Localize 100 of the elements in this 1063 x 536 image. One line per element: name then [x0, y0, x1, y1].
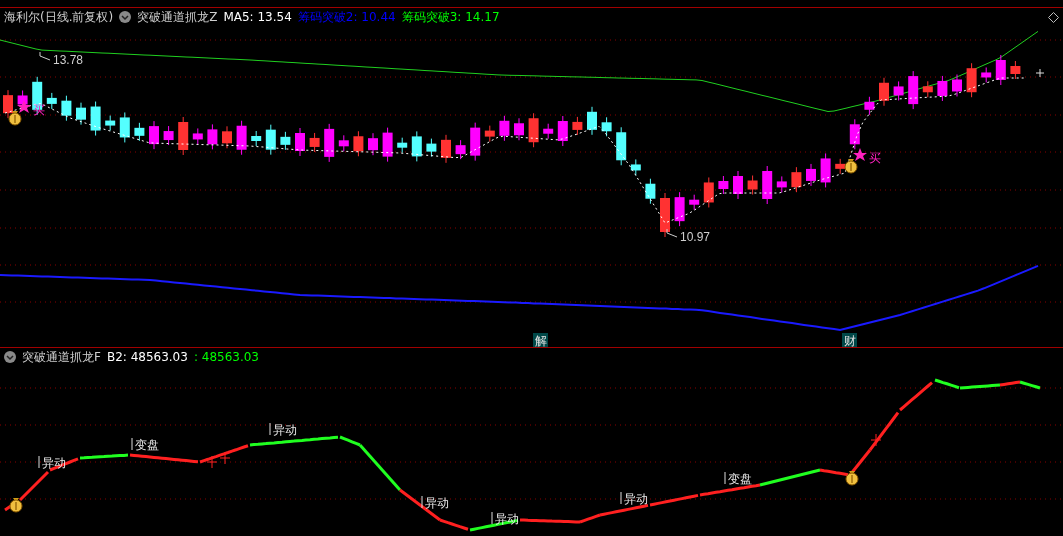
- event-marker[interactable]: 解: [533, 333, 548, 347]
- candlestick: [499, 115, 510, 142]
- candlestick: [426, 138, 437, 158]
- candlestick: [411, 130, 422, 162]
- candlestick: [908, 70, 919, 110]
- tick-mark: [421, 495, 423, 509]
- candlestick: [528, 112, 539, 148]
- cross-mark-icon: [206, 451, 231, 469]
- candlestick: [3, 89, 13, 119]
- dropdown-icon[interactable]: [119, 11, 132, 23]
- candlestick: [703, 176, 714, 208]
- candlestick: [645, 178, 656, 205]
- candlestick: [733, 170, 743, 200]
- tick-mark: [269, 422, 271, 436]
- candlestick: [455, 139, 466, 160]
- candlestick: [397, 137, 408, 154]
- signal-label: 异动: [273, 423, 297, 437]
- candlestick: [207, 123, 218, 150]
- candlestick: [835, 158, 846, 175]
- legend-value: 筹码突破3: 14.17: [401, 9, 500, 26]
- signal-label: 异动: [425, 496, 449, 510]
- tick-mark: [491, 511, 493, 525]
- candlestick: [1010, 60, 1021, 80]
- candlestick: [864, 96, 875, 116]
- candlestick: [689, 194, 700, 211]
- candlestick: [762, 165, 773, 205]
- candlestick: [601, 116, 612, 137]
- tick-mark: [620, 491, 622, 505]
- legend-value: 筹码突破2: 10.44: [297, 9, 396, 26]
- candlestick: [660, 192, 670, 238]
- signal-label: 变盘: [135, 438, 159, 452]
- candlestick: [587, 106, 597, 136]
- candlestick: [806, 163, 816, 187]
- candlestick: [178, 116, 189, 156]
- candlestick: [995, 54, 1006, 86]
- candlestick: [309, 132, 320, 153]
- candlestick: [105, 115, 116, 132]
- candlestick: [192, 127, 203, 145]
- candlestick: [470, 122, 481, 162]
- tick-mark: [724, 471, 726, 485]
- indicator-name: 突破通道抓龙F: [22, 349, 101, 366]
- legend-value: B2: 48563.03: [106, 349, 188, 366]
- money-bag-icon: [844, 159, 858, 174]
- candlestick: [382, 127, 393, 163]
- candlestick: [251, 130, 262, 147]
- dropdown-icon[interactable]: [4, 351, 16, 363]
- candlestick: [893, 80, 904, 101]
- candlestick: [747, 175, 758, 195]
- candlestick: [630, 158, 641, 176]
- price-label: 13.78: [53, 53, 84, 67]
- candlestick: [952, 74, 962, 97]
- candlestick: [937, 75, 948, 102]
- candlestick: [572, 116, 583, 136]
- candlestick: [119, 111, 130, 143]
- candlestick: [353, 130, 364, 157]
- money-bag-icon: [845, 471, 859, 486]
- candlestick: [981, 66, 992, 83]
- candlestick: [280, 131, 291, 151]
- candlestick: [849, 118, 860, 150]
- star-icon: [853, 148, 867, 161]
- candlestick: [265, 124, 276, 156]
- candlestick: [543, 123, 554, 140]
- signal-label: 变盘: [728, 472, 752, 486]
- indicator-name: 突破通道抓龙Z: [137, 9, 218, 26]
- candlestick: [61, 95, 72, 122]
- tick-mark: [38, 455, 40, 469]
- buy-signal-label: 买: [869, 151, 881, 165]
- candlestick: [820, 152, 831, 188]
- leader-line: [39, 51, 51, 61]
- candlestick: [338, 134, 349, 152]
- candlestick: [368, 132, 378, 156]
- event-marker[interactable]: 财: [842, 333, 857, 347]
- price-label: 10.97: [680, 230, 711, 244]
- candlestick: [134, 122, 145, 142]
- candlestick: [966, 62, 977, 98]
- candlestick: [514, 117, 524, 141]
- diamond-icon[interactable]: [1048, 11, 1059, 23]
- candlestick: [776, 175, 787, 193]
- candlestick: [484, 125, 495, 143]
- candlestick: [557, 115, 568, 147]
- candlestick: [76, 102, 86, 126]
- cross-mark-icon: [870, 433, 882, 447]
- candlestick: [879, 77, 889, 107]
- money-bag-icon: [9, 498, 23, 513]
- tick-mark: [131, 437, 133, 451]
- candlestick: [236, 120, 247, 156]
- candlestick: [295, 127, 305, 157]
- candlestick: [149, 120, 159, 150]
- stock-title: 海利尔(日线.前复权): [4, 9, 114, 26]
- signal-label: 异动: [624, 492, 648, 506]
- candlestick: [222, 125, 232, 149]
- candlestick: [616, 126, 627, 166]
- candlestick: [163, 125, 174, 146]
- candlestick: [718, 175, 729, 195]
- candlestick: [324, 123, 335, 163]
- legend-value: : 48563.03: [193, 349, 259, 366]
- candlestick: [791, 166, 802, 193]
- candlestick: [441, 134, 451, 164]
- candlestick: [674, 191, 685, 227]
- legend-value: MA5: 13.54: [223, 9, 292, 26]
